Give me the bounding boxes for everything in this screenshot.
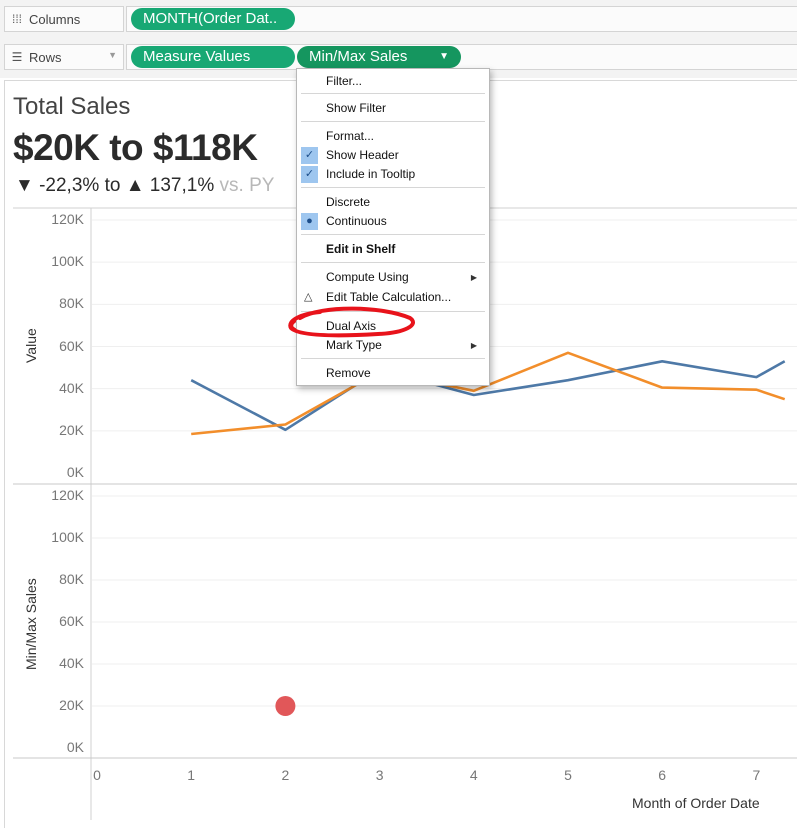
chart-area [0, 0, 797, 827]
